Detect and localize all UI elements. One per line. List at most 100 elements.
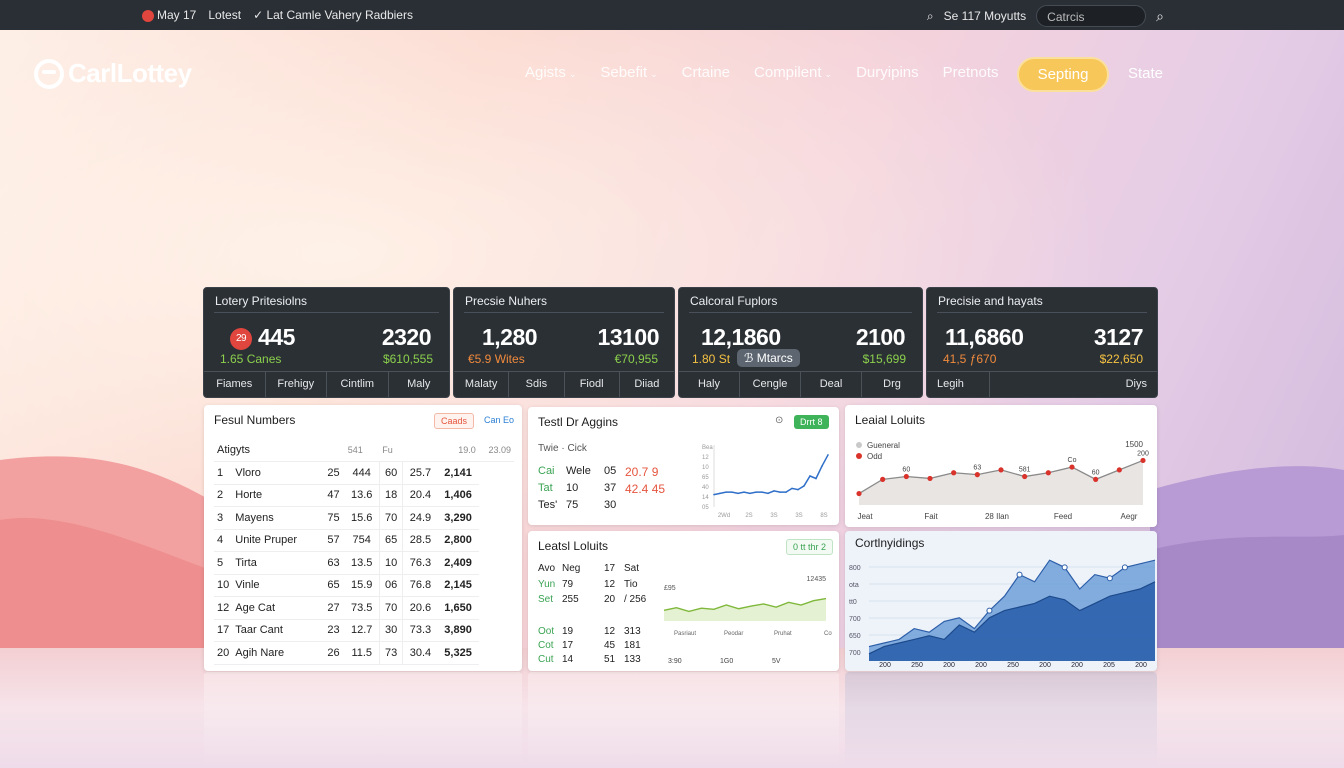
table-row[interactable]: 4 Unite Pruper 57 754 65 28.5 2,800 [214, 529, 514, 552]
nav-item-5[interactable]: Duryipins [856, 64, 919, 81]
table-cell: Taar Cant [232, 619, 323, 642]
nav-item-4[interactable]: Compilent ⌄ [754, 64, 832, 81]
table-cell: 25 [322, 461, 345, 485]
logo-text: CarlLottey [68, 58, 192, 88]
nav-item-6[interactable]: Pretnots [943, 64, 999, 81]
table-row[interactable]: 2 Horte 47 13.6 18 20.4 1,406 [214, 484, 514, 507]
search-icon[interactable]: ⌕ [927, 9, 934, 24]
footer-tab[interactable]: Maly [389, 372, 450, 397]
footer-tab[interactable]: Cintlim [327, 372, 389, 397]
filter-chip[interactable]: Caads [434, 413, 475, 429]
filter-chip[interactable]: Can Eo [478, 413, 520, 427]
nav-label: Pretnots [942, 64, 999, 81]
table-cell: 25.7 [402, 461, 438, 485]
footer-tab[interactable]: Frehigy [266, 372, 327, 397]
divider [689, 312, 912, 313]
trend-line-chart: Gueneral Odd 1500 60 63 581 Co 60 200 Jeat Fait 28 … [856, 440, 1149, 521]
column-header[interactable]: Neg [562, 563, 580, 574]
y-tick-label: 650 [849, 633, 861, 640]
footer-tab[interactable]: Fiodl [565, 372, 620, 397]
magnifier-icon[interactable]: ⌕ [1156, 8, 1164, 25]
stat-primary: 1,280 [482, 324, 538, 350]
footer-tab[interactable]: Malaty [454, 372, 510, 397]
test-line-chart: Bea 12 10 65 40 14 05 2Wd 2S 3S 3S 8S [702, 445, 829, 519]
stat-card[interactable]: Precisie and hayats 11,6860 3127 41,5 ƒ6… [926, 287, 1158, 398]
latest-link[interactable]: Lotest [208, 8, 241, 22]
nav-item-1[interactable]: Agists ⌄ [525, 64, 576, 81]
y-tick-label: tt0 [849, 599, 857, 606]
column-header[interactable]: Avo [538, 563, 555, 574]
x-tick-label: 2S [745, 513, 752, 519]
series-line [713, 454, 829, 496]
table-row[interactable]: 5 Tirta 63 13.5 10 76.3 2,409 [214, 551, 514, 575]
table-cell: 13.6 [344, 484, 380, 507]
brand-logo[interactable]: CarlLottey [34, 58, 192, 89]
date-badge[interactable]: May 17 [142, 8, 196, 22]
footer-tab[interactable]: Deal [801, 372, 862, 397]
table-cell: 10 [214, 574, 233, 597]
table-cell: 17 [214, 619, 233, 642]
footer-tab[interactable]: Legih [927, 372, 991, 397]
stat-card[interactable]: Lotery Pritesiolns 29 445 2320 1.65 Canes… [203, 287, 450, 398]
column-header[interactable]: 23.09 [478, 439, 514, 462]
volume-panel: Cortlnyidings 800 ota tt0 700 650 700 200 250 20… [845, 531, 1157, 671]
table-row[interactable]: 10 Vinle 65 15.9 06 76.8 2,145 [214, 574, 514, 597]
table-cell: Cut [538, 654, 554, 665]
nav-item-2[interactable]: Sebefit ⌄ [600, 64, 657, 81]
table-cell: 73 [378, 641, 403, 665]
cta-button[interactable]: Septing [1017, 57, 1109, 92]
table-row[interactable]: 12 Age Cat 27 73.5 70 20.6 1,650 [214, 596, 514, 620]
table-row[interactable]: 17 Taar Cant 23 12.7 30 73.3 3,890 [214, 619, 514, 642]
status-pill[interactable]: ℬ Mtarcs [737, 349, 800, 367]
table-cell: 754 [344, 529, 380, 552]
trend-panel: Leaial Loluits Gueneral Odd 1500 60 63 581 Co 6… [845, 405, 1157, 527]
stat-card[interactable]: Precsie Nuhers 1,280 13100 €5.9 Wites €7… [453, 287, 675, 398]
column-header[interactable]: Atigyts [214, 439, 323, 462]
table-cell: 30 [604, 499, 617, 511]
legend-swatch [856, 453, 862, 459]
footer-tab[interactable]: Sdis [509, 372, 565, 397]
data-point [743, 491, 745, 493]
data-point [1016, 571, 1023, 578]
status-chip[interactable]: Drrt 8 [794, 415, 829, 429]
stat-title: Calcoral Fuplors [690, 294, 778, 308]
table-row[interactable]: 20 Agih Nare 26 11.5 73 30.4 5,325 [214, 641, 514, 665]
table-cell: 20.6 [402, 596, 438, 620]
info-icon[interactable]: ⊙ [775, 415, 783, 426]
y-tick-label: 65 [702, 475, 709, 481]
logo-icon [34, 58, 64, 89]
stat-secondary: 2100 [855, 324, 906, 350]
footer-tab[interactable]: Haly [679, 372, 740, 397]
table-cell: 27 [322, 596, 345, 620]
series-area [664, 598, 826, 621]
column-header[interactable]: 17 [604, 563, 615, 574]
stat-card[interactable]: Calcoral Fuplors 12,1860 2100 1.80 St ℬ … [678, 287, 923, 398]
column-header[interactable]: Sat [624, 563, 639, 574]
footer-tab[interactable]: Cengle [740, 372, 801, 397]
column-header[interactable]: 541 [344, 439, 380, 462]
stat-sub-value: €70,955 [614, 352, 658, 366]
footer-tab[interactable]: Fiames [204, 372, 266, 397]
status-chip[interactable]: 0 tt thr 2 [786, 539, 834, 555]
table-cell: 63 [322, 551, 345, 575]
nav-item-state[interactable]: State [1128, 65, 1163, 82]
column-header[interactable]: Fu [379, 439, 403, 462]
nav-item-3[interactable]: Crtaine [682, 64, 730, 81]
data-point [785, 491, 787, 493]
data-point [1061, 564, 1068, 571]
data-point [779, 491, 781, 493]
table-cell: Vloro [232, 461, 323, 485]
column-header[interactable] [322, 439, 345, 462]
top-search-input[interactable]: Catrcis [1036, 5, 1147, 27]
table-row[interactable]: 1 Vloro 25 444 60 25.7 2,141 [214, 461, 514, 485]
footer-tab[interactable]: Diys [1095, 372, 1157, 397]
table-cell: Age Cat [232, 596, 323, 620]
table-row[interactable]: 3 Mayens 75 15.6 70 24.9 3,290 [214, 506, 514, 530]
column-header[interactable]: 19.0 [437, 439, 479, 462]
footer-tab[interactable]: Diiad [620, 372, 674, 397]
panel-subhead: Twie · Cick [538, 443, 587, 454]
footer-tab[interactable]: Drg [862, 372, 922, 397]
table-cell: 5 [214, 551, 233, 575]
column-header[interactable] [402, 439, 438, 462]
panel-reflection [204, 672, 522, 768]
